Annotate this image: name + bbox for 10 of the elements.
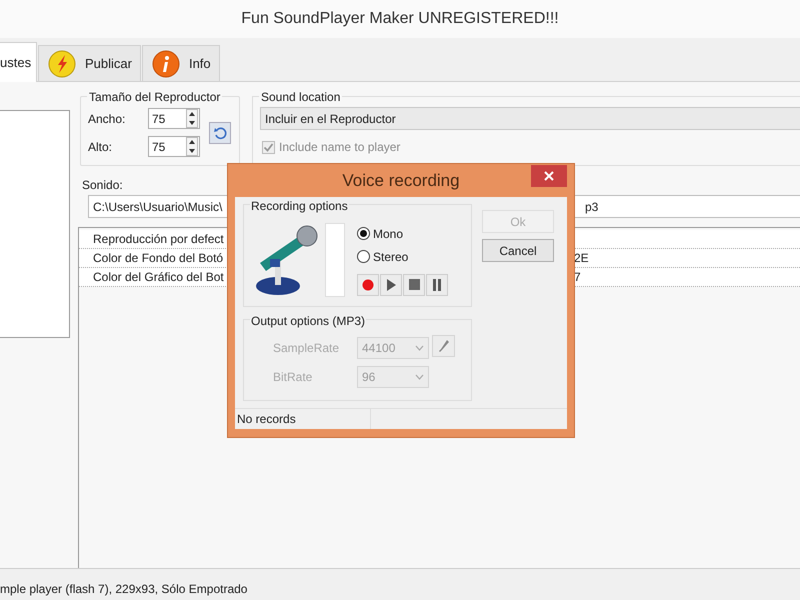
field-label: BitRate	[273, 369, 314, 386]
checkbox-label: Include name to player	[279, 139, 400, 156]
field-label: SampleRate	[273, 340, 340, 357]
field-label: Sonido:	[82, 178, 123, 192]
dialog-title: Voice recording	[342, 170, 460, 192]
field-label: Alto:	[88, 138, 114, 156]
window-title: Fun SoundPlayer Maker UNREGISTERED!!!	[241, 9, 559, 29]
status-text: No records	[235, 409, 371, 429]
status-text: mple player (flash 7), 229x93, Sólo Empotrado	[0, 580, 248, 598]
field-label: Ancho:	[88, 110, 126, 128]
